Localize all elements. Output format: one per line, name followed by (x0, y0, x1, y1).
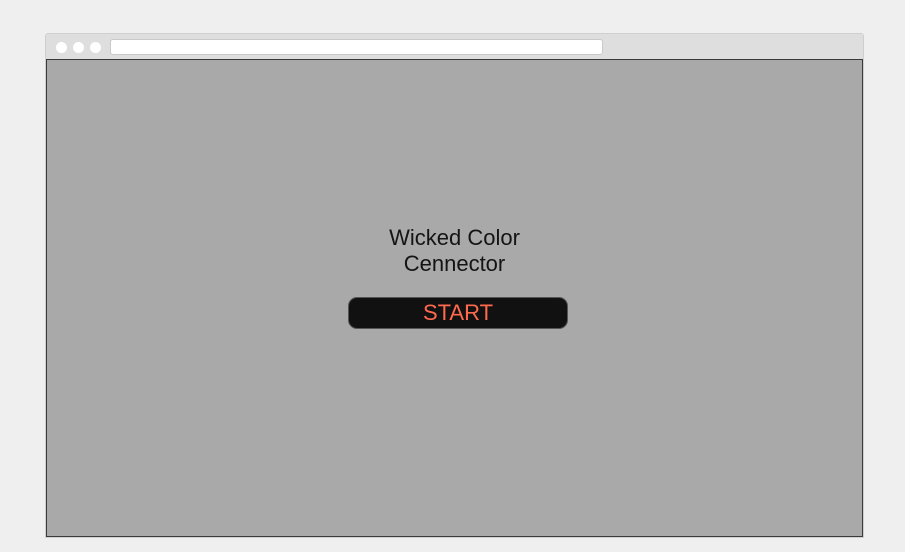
game-title: Wicked Color Cennector (345, 225, 565, 277)
minimize-window-icon[interactable] (73, 42, 84, 53)
maximize-window-icon[interactable] (90, 42, 101, 53)
game-title-line-2: Cennector (403, 251, 506, 276)
address-bar[interactable] (110, 39, 603, 55)
start-button[interactable]: START (348, 297, 568, 329)
close-window-icon[interactable] (56, 42, 67, 53)
game-viewport: Wicked Color Cennector START (46, 60, 863, 537)
game-title-line-1: Wicked Color (389, 225, 520, 250)
browser-window: Wicked Color Cennector START (45, 33, 864, 538)
browser-titlebar (46, 34, 863, 60)
